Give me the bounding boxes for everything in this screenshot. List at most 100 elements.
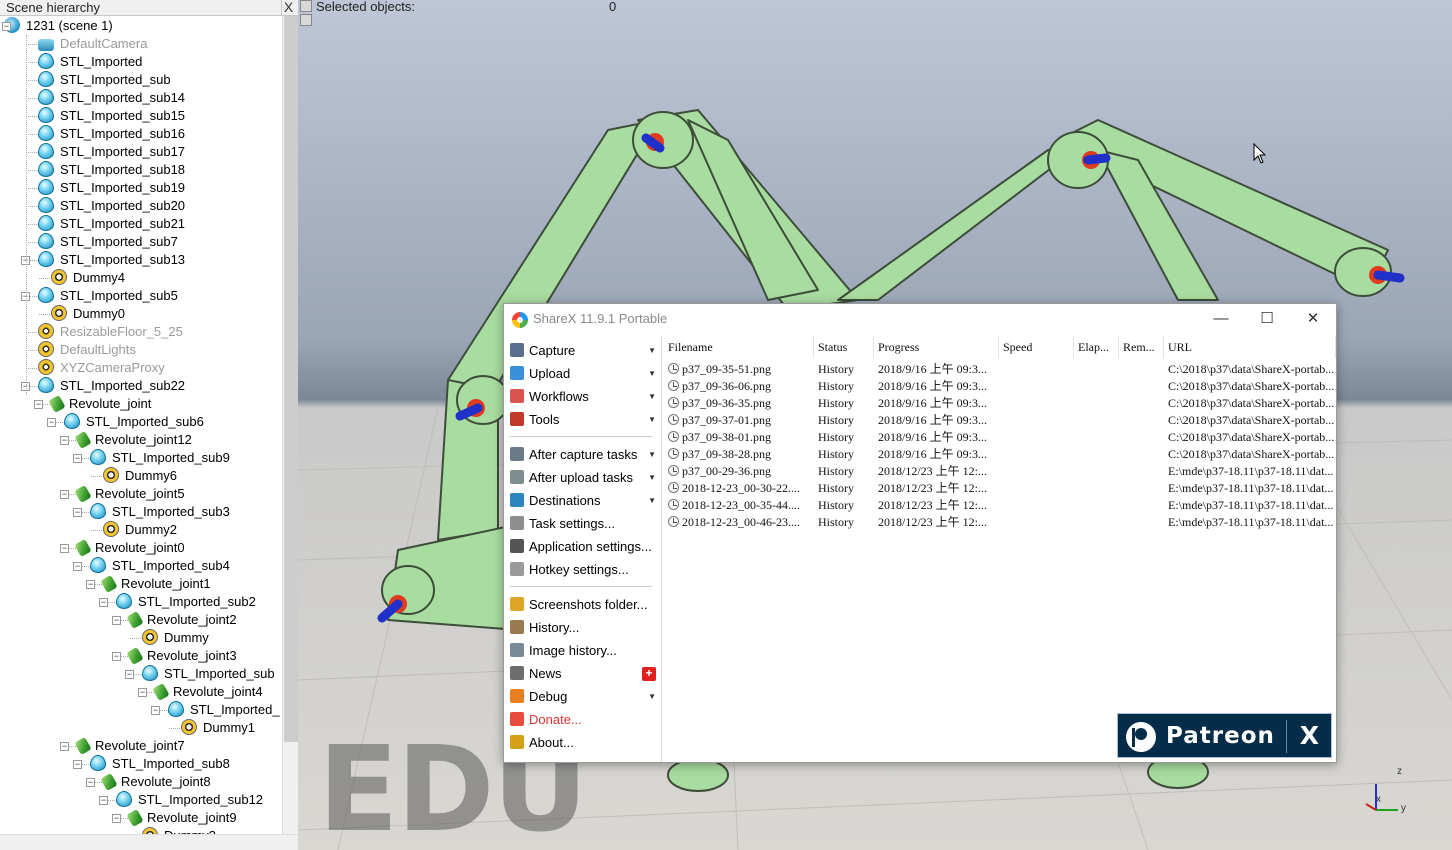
collapse-toggle-icon[interactable]: − (73, 562, 82, 571)
menu-item-news[interactable]: News + (510, 663, 658, 685)
tree-node[interactable]: Revolute_joint7 (74, 736, 185, 756)
collapse-toggle-icon[interactable]: − (60, 742, 69, 751)
maximize-button[interactable]: ☐ (1244, 304, 1290, 334)
tree-node[interactable]: Revolute_joint0 (74, 538, 185, 558)
scrollbar-thumb[interactable] (284, 16, 298, 742)
menu-item-about[interactable]: About... (510, 732, 658, 754)
table-row[interactable]: p37_09-38-28.png History 2018/9/16 上午 09:3… (664, 446, 1336, 463)
menu-item-tools[interactable]: Tools ▼ (510, 409, 658, 431)
table-row[interactable]: p37_09-37-01.png History 2018/9/16 上午 09:3… (664, 412, 1336, 429)
close-icon[interactable]: X (281, 0, 295, 15)
tree-node[interactable]: STL_Imported_sub18 (38, 161, 185, 179)
toolbar-toggle-icon[interactable] (300, 0, 312, 12)
sharex-title-bar[interactable]: ShareX 11.9.1 Portable — ☐ ✕ (504, 304, 1336, 334)
tree-node[interactable]: Dummy6 (103, 467, 177, 485)
collapse-toggle-icon[interactable]: − (151, 706, 160, 715)
collapse-toggle-icon[interactable]: − (86, 580, 95, 589)
tree-node[interactable]: STL_Imported_sub4 (90, 557, 230, 575)
menu-item-task-settings[interactable]: Task settings... (510, 513, 658, 535)
collapse-toggle-icon[interactable]: − (112, 652, 121, 661)
minimize-button[interactable]: — (1198, 304, 1244, 334)
collapse-toggle-icon[interactable]: − (73, 508, 82, 517)
menu-item-capture[interactable]: Capture ▼ (510, 340, 658, 362)
table-row[interactable]: 2018-12-23_00-35-44.... History 2018/12/23… (664, 497, 1336, 514)
tree-node[interactable]: STL_Imported_sub15 (38, 107, 185, 125)
patreon-banner[interactable]: Patreon X (1117, 713, 1332, 758)
table-row[interactable]: 2018-12-23_00-30-22.... History 2018/12/23… (664, 480, 1336, 497)
tree-node[interactable]: Revolute_joint2 (126, 610, 237, 630)
collapse-toggle-icon[interactable]: − (60, 436, 69, 445)
menu-item-hotkey[interactable]: Hotkey settings... (510, 559, 658, 581)
column-header[interactable]: URL (1164, 336, 1336, 358)
menu-item-app-settings[interactable]: Application settings... (510, 536, 658, 558)
tree-node[interactable]: Revolute_joint9 (126, 808, 237, 828)
tree-node[interactable]: STL_Imported_sub17 (38, 143, 185, 161)
tree-node[interactable]: Dummy1 (181, 719, 255, 737)
tree-node[interactable]: Revolute_joint5 (74, 484, 185, 504)
menu-item-donate[interactable]: Donate... (510, 709, 658, 731)
tree-node[interactable]: Revolute_joint3 (126, 646, 237, 666)
menu-item-workflows[interactable]: Workflows ▼ (510, 386, 658, 408)
collapse-toggle-icon[interactable]: − (60, 490, 69, 499)
tree-node[interactable]: STL_Imported (38, 53, 142, 71)
collapse-toggle-icon[interactable]: − (34, 400, 43, 409)
tree-node[interactable]: Revolute_joint1 (100, 574, 211, 594)
collapse-toggle-icon[interactable]: − (2, 22, 11, 31)
tree-node[interactable]: Dummy (142, 629, 209, 647)
tree-node[interactable]: STL_Imported_sub13 (38, 251, 185, 269)
collapse-toggle-icon[interactable]: − (73, 760, 82, 769)
column-header[interactable]: Speed (999, 336, 1074, 358)
column-header[interactable]: Progress (874, 336, 999, 358)
menu-item-destinations[interactable]: Destinations ▼ (510, 490, 658, 512)
collapse-toggle-icon[interactable]: − (73, 454, 82, 463)
toolbar-toggle-icon[interactable] (300, 14, 312, 26)
tree-node[interactable]: STL_Imported_sub9 (90, 449, 230, 467)
collapse-toggle-icon[interactable]: − (99, 598, 108, 607)
collapse-toggle-icon[interactable]: − (99, 796, 108, 805)
tree-node[interactable]: STL_Imported_sub2 (116, 593, 256, 611)
horizontal-scrollbar[interactable] (0, 834, 298, 850)
tree-node[interactable]: Dummy4 (51, 269, 125, 287)
menu-item-after-upload[interactable]: After upload tasks ▼ (510, 467, 658, 489)
tree-node[interactable]: Dummy3 (142, 827, 216, 834)
tree-node[interactable]: ResizableFloor_5_25 (38, 323, 183, 341)
tree-node[interactable]: STL_Imported_sub5 (38, 287, 178, 305)
tree-node[interactable]: STL_Imported_sub22 (38, 377, 185, 395)
tree-node[interactable]: STL_Imported_sub (38, 71, 171, 89)
tree-node[interactable]: STL_Imported_sub8 (90, 755, 230, 773)
menu-item-folder[interactable]: Screenshots folder... (510, 594, 658, 616)
menu-item-debug[interactable]: Debug ▼ (510, 686, 658, 708)
tree-node[interactable]: Revolute_joint4 (152, 682, 263, 702)
table-row[interactable]: p37_09-35-51.png History 2018/9/16 上午 09:3… (664, 361, 1336, 378)
tree-node[interactable]: STL_Imported_sub (142, 665, 275, 683)
tree-node[interactable]: STL_Imported_sub12 (116, 791, 263, 809)
menu-item-image-history[interactable]: Image history... (510, 640, 658, 662)
column-header[interactable]: Rem... (1119, 336, 1164, 358)
column-header[interactable]: Elap... (1074, 336, 1119, 358)
sharex-window[interactable]: ShareX 11.9.1 Portable — ☐ ✕ Capture ▼ Upl… (503, 303, 1337, 763)
tree-node[interactable]: Dummy0 (51, 305, 125, 323)
tree-node[interactable]: Revolute_joint12 (74, 430, 192, 450)
collapse-toggle-icon[interactable]: − (138, 688, 147, 697)
collapse-toggle-icon[interactable]: − (112, 616, 121, 625)
tree-node[interactable]: STL_Imported_sub16 (38, 125, 185, 143)
vertical-scrollbar[interactable] (282, 16, 298, 834)
tree-node[interactable]: DefaultLights (38, 341, 136, 359)
column-header[interactable]: Status (814, 336, 874, 358)
tree-node[interactable]: STL_Imported_sub6 (64, 413, 204, 431)
tree-node[interactable]: STL_Imported_sub20 (38, 197, 185, 215)
tree-node[interactable]: STL_Imported_ (168, 701, 280, 719)
tree-node[interactable]: STL_Imported_sub3 (90, 503, 230, 521)
close-button[interactable]: ✕ (1290, 304, 1336, 334)
collapse-toggle-icon[interactable]: − (86, 778, 95, 787)
table-row[interactable]: p37_09-38-01.png History 2018/9/16 上午 09:3… (664, 429, 1336, 446)
tree-node[interactable]: STL_Imported_sub14 (38, 89, 185, 107)
menu-item-after-capture[interactable]: After capture tasks ▼ (510, 444, 658, 466)
tree-node[interactable]: Revolute_joint (48, 394, 151, 414)
tree-node[interactable]: XYZCameraProxy (38, 359, 165, 377)
tree-node[interactable]: Dummy2 (103, 521, 177, 539)
collapse-toggle-icon[interactable]: − (125, 670, 134, 679)
table-row[interactable]: p37_00-29-36.png History 2018/12/23 上午 12:… (664, 463, 1336, 480)
column-header[interactable]: Filename (664, 336, 814, 358)
menu-item-history[interactable]: History... (510, 617, 658, 639)
